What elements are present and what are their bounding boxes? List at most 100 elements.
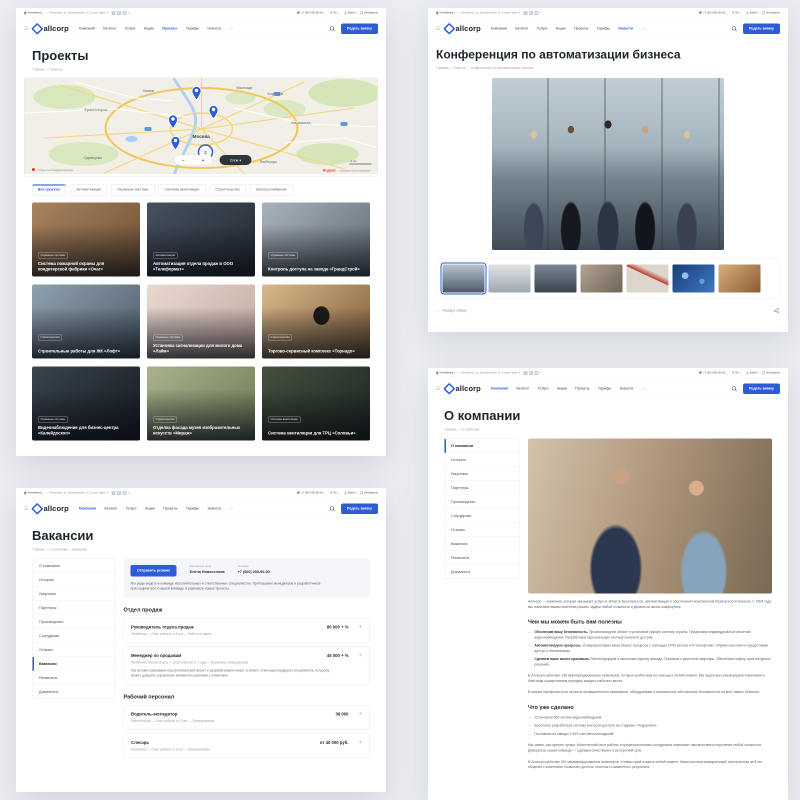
back-to-list-link[interactable]: ← Назад к списку bbox=[437, 309, 467, 313]
telegram-icon[interactable]: ✈ bbox=[111, 11, 115, 15]
sidebar-item[interactable]: Отзывы bbox=[445, 523, 520, 537]
nav-item[interactable]: Тарифы bbox=[597, 27, 610, 31]
nav-item[interactable]: Новости bbox=[208, 507, 222, 511]
breadcrumb[interactable]: Главная — Новости — Конференция по автом… bbox=[436, 67, 788, 71]
menu-burger-icon[interactable]: ☰ bbox=[436, 26, 440, 32]
social-more[interactable]: + bbox=[128, 492, 130, 495]
expand-plus-icon[interactable]: + bbox=[358, 710, 362, 717]
sidebar-item[interactable]: Производство bbox=[33, 615, 116, 629]
nav-item[interactable]: Услуги bbox=[537, 27, 548, 31]
map-vendor[interactable]: Яндекс bbox=[323, 169, 336, 173]
expand-plus-icon[interactable]: + bbox=[358, 652, 362, 659]
menu-burger-icon[interactable]: ☰ bbox=[436, 386, 440, 392]
sidebar-item[interactable]: Вакансии bbox=[445, 537, 520, 551]
logo[interactable]: allcorp bbox=[445, 384, 481, 393]
filter-chip[interactable]: Все проекты bbox=[32, 184, 66, 196]
nav-item[interactable]: Акции bbox=[556, 27, 566, 31]
project-card[interactable]: Охранные системы Установка сигнализации … bbox=[147, 285, 255, 359]
sidebar-item[interactable]: История bbox=[33, 573, 116, 587]
gallery-thumbnail[interactable] bbox=[673, 265, 715, 293]
sidebar-item[interactable]: Лицензии bbox=[445, 467, 520, 481]
submit-request-button[interactable]: Подать заявку bbox=[341, 503, 378, 514]
language-selector[interactable]: ⚙ Ru▾ bbox=[330, 12, 339, 15]
submit-request-button[interactable]: Подать заявку bbox=[743, 383, 780, 394]
project-card[interactable]: Системы вентиляции Система вентиляции дл… bbox=[262, 367, 370, 441]
sidebar-item[interactable]: История bbox=[445, 453, 520, 467]
login-link[interactable]: Войти bbox=[746, 12, 758, 15]
telegram-icon[interactable]: ✈ bbox=[111, 491, 115, 495]
nav-item[interactable]: Новости bbox=[620, 387, 634, 391]
sidebar-item[interactable]: Сотрудники bbox=[445, 509, 520, 523]
gallery-thumbnail[interactable] bbox=[627, 265, 669, 293]
vk-icon[interactable]: ◉ bbox=[534, 11, 538, 15]
contact-phone[interactable]: +7 (000) 000-00-00 bbox=[238, 570, 270, 575]
login-link[interactable]: Войти bbox=[746, 372, 758, 375]
nav-item[interactable]: ··· bbox=[230, 507, 234, 511]
logo[interactable]: allcorp bbox=[33, 24, 69, 33]
sidebar-item[interactable]: Сотрудники bbox=[33, 629, 116, 643]
project-card[interactable]: Охранные системы Система пожарной охраны… bbox=[32, 203, 140, 277]
favorites-link[interactable]: Избранное bbox=[763, 372, 780, 375]
telegram-icon[interactable]: ✈ bbox=[523, 11, 527, 15]
nav-item[interactable]: Каталог bbox=[515, 27, 528, 31]
favorites-link[interactable]: Избранное bbox=[361, 12, 378, 15]
city-selector[interactable]: Челябинск▾ bbox=[24, 11, 43, 15]
nav-item[interactable]: Компания bbox=[79, 507, 96, 511]
social-more[interactable]: + bbox=[540, 372, 542, 375]
filter-chip[interactable]: Строительство bbox=[209, 184, 245, 196]
nav-item[interactable]: Тарифы bbox=[598, 387, 611, 391]
project-card[interactable]: Строительство Строительные работы для ЖК… bbox=[32, 285, 140, 359]
nav-item[interactable]: ··· bbox=[642, 27, 646, 31]
vacancy-card[interactable]: Водитель-экспедитор 36 000 + Магнитогорс… bbox=[124, 705, 371, 730]
favorites-link[interactable]: Избранное bbox=[361, 492, 378, 495]
map-open-link[interactable]: Открыть в Яндекс.Картах bbox=[38, 168, 74, 172]
project-card[interactable]: Автоматизация Автоматизация отдела прода… bbox=[147, 203, 255, 277]
vacancy-card[interactable]: Руководитель отдела продаж 80 000 + % + … bbox=[124, 618, 371, 643]
filter-chip[interactable]: Системы вентиляции bbox=[159, 184, 206, 196]
language-selector[interactable]: ⚙ Ru▾ bbox=[330, 492, 339, 495]
submit-request-button[interactable]: Подать заявку bbox=[743, 23, 780, 34]
sidebar-item[interactable]: Реквизиты bbox=[33, 671, 116, 685]
youtube-icon[interactable]: ▶ bbox=[117, 11, 121, 15]
gallery-thumbnail[interactable] bbox=[535, 265, 577, 293]
project-card[interactable]: Строительство Торгово-сервисный комплекс… bbox=[262, 285, 370, 359]
city-selector[interactable]: Челябинск▾ bbox=[24, 491, 43, 495]
sidebar-item[interactable]: Лицензии bbox=[33, 587, 116, 601]
menu-burger-icon[interactable]: ☰ bbox=[24, 26, 28, 32]
social-more[interactable]: + bbox=[540, 12, 542, 15]
nav-item[interactable]: Акции bbox=[557, 387, 567, 391]
nav-item[interactable]: Проекты bbox=[575, 387, 589, 391]
nav-item[interactable]: Тарифы bbox=[186, 507, 199, 511]
gallery-thumbnail[interactable] bbox=[719, 265, 761, 293]
youtube-icon[interactable]: ▶ bbox=[529, 11, 533, 15]
login-link[interactable]: Войти bbox=[344, 12, 356, 15]
nav-item[interactable]: Каталог bbox=[105, 507, 118, 511]
nav-item[interactable]: Новости bbox=[618, 27, 633, 31]
filter-chip[interactable]: Электроснабжение bbox=[250, 184, 293, 196]
sidebar-item[interactable]: О компании bbox=[445, 439, 520, 453]
sidebar-item[interactable]: Реквизиты bbox=[445, 551, 520, 565]
breadcrumb[interactable]: Главная — О компании — Вакансии bbox=[32, 548, 386, 552]
map-terms-link[interactable]: Условия использования bbox=[340, 169, 371, 173]
submit-request-button[interactable]: Подать заявку bbox=[341, 23, 378, 34]
nav-item[interactable]: ··· bbox=[642, 387, 646, 391]
nav-item[interactable]: Услуги bbox=[126, 507, 137, 511]
map-layers-control[interactable]: Слои ▾ bbox=[220, 155, 252, 165]
sidebar-item[interactable]: Производство bbox=[445, 495, 520, 509]
language-selector[interactable]: ⚙ Ru▾ bbox=[732, 372, 741, 375]
nav-item[interactable]: Акции bbox=[144, 27, 154, 31]
nav-item[interactable]: Каталог bbox=[517, 387, 530, 391]
filter-chip[interactable]: Автоматизация bbox=[70, 184, 107, 196]
nav-item[interactable]: Компания bbox=[491, 387, 508, 391]
nav-item[interactable]: Проекты bbox=[574, 27, 588, 31]
search-icon[interactable] bbox=[731, 26, 737, 32]
search-icon[interactable] bbox=[731, 386, 737, 392]
search-icon[interactable] bbox=[329, 506, 335, 512]
nav-item[interactable]: Компания bbox=[79, 27, 95, 31]
breadcrumb[interactable]: Главная — О компании bbox=[444, 428, 788, 432]
expand-plus-icon[interactable]: + bbox=[358, 623, 362, 630]
gallery-thumbnail[interactable] bbox=[443, 265, 485, 293]
favorites-link[interactable]: Избранное bbox=[763, 12, 780, 15]
logo[interactable]: allcorp bbox=[33, 504, 69, 513]
vk-icon[interactable]: ◉ bbox=[534, 371, 538, 375]
